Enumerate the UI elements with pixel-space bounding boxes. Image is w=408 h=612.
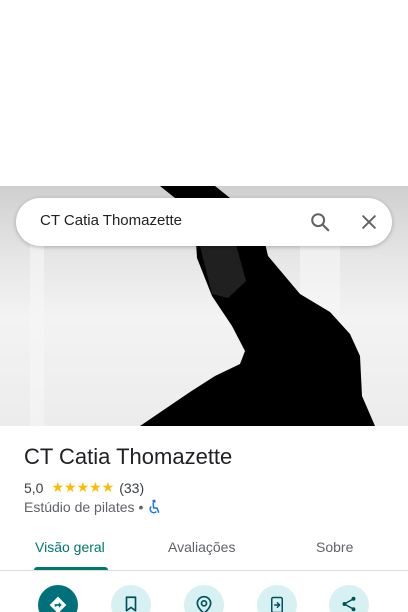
tab-about[interactable]: Sobre <box>316 539 353 555</box>
search-icon <box>311 213 330 232</box>
share-icon <box>342 596 356 612</box>
rating-value: 5,0 <box>24 479 44 496</box>
wheelchair-accessible-icon <box>149 499 160 514</box>
save-button[interactable] <box>111 585 151 612</box>
close-button[interactable] <box>353 206 385 238</box>
tab-bar: Visão geral Avaliações Sobre <box>0 528 408 571</box>
search-query[interactable]: CT Catia Thomazette <box>40 212 182 229</box>
category-label: Estúdio de pilates <box>24 499 135 515</box>
nearby-button[interactable] <box>184 585 224 612</box>
search-button[interactable] <box>304 206 336 238</box>
bookmark-icon <box>125 596 137 612</box>
directions-icon <box>49 596 67 612</box>
active-tab-indicator <box>34 567 108 570</box>
close-icon <box>362 215 376 229</box>
star-rating-icon: ★★★★★ <box>51 479 115 495</box>
review-count[interactable]: (33) <box>119 480 144 496</box>
send-to-phone-icon <box>271 596 283 612</box>
blank-area <box>0 0 408 186</box>
place-title: CT Catia Thomazette <box>24 444 233 469</box>
tab-overview[interactable]: Visão geral <box>35 539 105 555</box>
search-bar[interactable]: CT Catia Thomazette <box>16 198 392 246</box>
share-button[interactable] <box>329 585 369 612</box>
send-to-phone-button[interactable] <box>257 585 297 612</box>
tab-reviews[interactable]: Avaliações <box>168 539 235 555</box>
nearby-icon <box>196 595 212 612</box>
directions-button[interactable] <box>38 585 78 612</box>
category-row: Estúdio de pilates • <box>24 499 161 515</box>
separator-dot: • <box>138 499 144 515</box>
rating-row[interactable]: 5,0 ★★★★★ (33) <box>24 479 144 496</box>
